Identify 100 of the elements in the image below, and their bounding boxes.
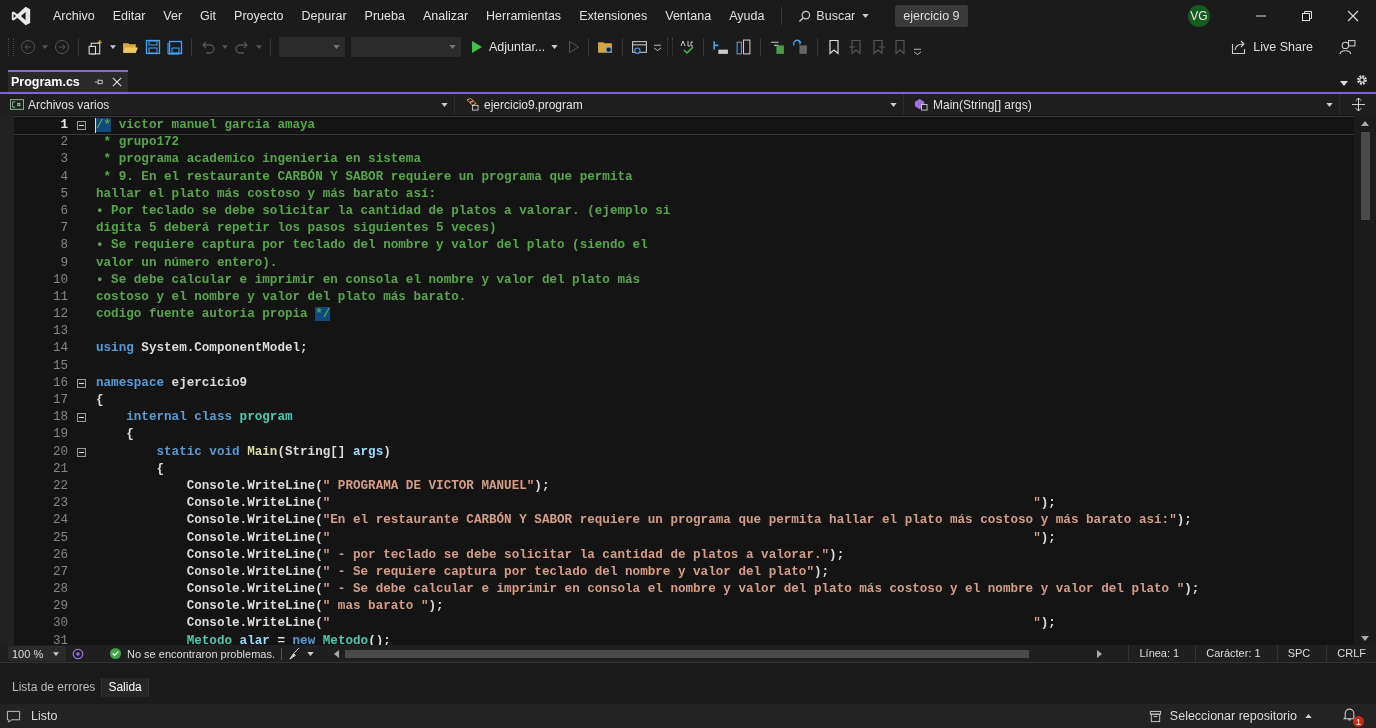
new-project-icon[interactable] xyxy=(87,38,104,56)
indent-icon[interactable] xyxy=(712,38,730,56)
code-line: Console.WriteLine(" - Se requiere captura por teclado del nombre y valor del plato"); xyxy=(185,563,830,581)
line-number: 24 xyxy=(51,512,68,530)
split-editor-icon[interactable] xyxy=(1352,98,1365,111)
line-number: 23 xyxy=(51,495,68,513)
user-avatar[interactable]: VG xyxy=(1188,5,1210,27)
settings-icon[interactable] xyxy=(1356,74,1368,86)
caret-icon xyxy=(333,45,340,49)
save-all-icon[interactable] xyxy=(167,39,183,55)
code-line: • Se debe calcular e imprimir en consola el nombre y valor del plato más xyxy=(96,271,641,289)
output-icon[interactable] xyxy=(6,708,21,724)
play-icon xyxy=(471,40,483,54)
spell-check-icon[interactable] xyxy=(679,39,696,55)
line-number: 28 xyxy=(51,581,68,599)
menu-item[interactable]: Editar xyxy=(103,4,155,28)
collapse-icon[interactable] xyxy=(77,413,86,423)
feedback-icon[interactable] xyxy=(1339,38,1356,56)
line-number: 29 xyxy=(51,598,68,616)
line-number: 19 xyxy=(51,426,68,444)
share-icon xyxy=(1231,39,1248,55)
line-number: 17 xyxy=(51,392,68,409)
caret-icon xyxy=(1305,714,1312,718)
line-number: 5 xyxy=(59,185,68,203)
search-button[interactable]: Buscar xyxy=(792,9,876,23)
line-number: 8 xyxy=(59,237,68,255)
menu-item[interactable]: Git xyxy=(191,4,226,28)
window-icon[interactable] xyxy=(631,38,649,56)
start-button[interactable]: Adjuntar... xyxy=(467,40,563,54)
pin-icon[interactable] xyxy=(93,77,104,87)
save-icon[interactable] xyxy=(145,39,161,55)
close-icon[interactable] xyxy=(111,77,122,87)
line-number: 11 xyxy=(51,288,68,306)
caret-icon xyxy=(890,102,897,107)
line-number: 16 xyxy=(51,374,68,392)
panel-tab[interactable]: Salida xyxy=(102,678,149,697)
line-number: 6 xyxy=(59,202,68,220)
line-number: 14 xyxy=(51,340,68,358)
code-line: hallar el plato más costoso y más barato así: xyxy=(96,185,437,203)
menu-item[interactable]: Proyecto xyxy=(225,4,293,28)
solution-name: ejercicio 9 xyxy=(895,5,968,27)
overflow-icon[interactable] xyxy=(914,47,922,55)
collapse-icon[interactable] xyxy=(77,121,86,131)
caret-icon xyxy=(449,45,456,49)
menu-item[interactable]: Archivo xyxy=(44,4,104,28)
code-line: static void Main(String[] args) xyxy=(155,443,391,461)
menu-item[interactable]: Ayuda xyxy=(720,4,774,28)
code-line: Console.WriteLine(" "); xyxy=(185,495,1056,512)
caret-icon[interactable] xyxy=(110,45,116,49)
scroll-up-icon[interactable] xyxy=(1361,121,1369,126)
scroll-left-icon[interactable] xyxy=(333,649,339,658)
line-number: 1 xyxy=(59,117,68,134)
code-line: Console.WriteLine(" PROGRAMA DE VICTOR MANUEL"); xyxy=(185,477,550,495)
columns-icon[interactable] xyxy=(735,38,753,56)
line-number: 3 xyxy=(59,151,68,169)
line-number: 13 xyxy=(51,323,68,341)
line-number: 21 xyxy=(51,460,68,478)
menu-item[interactable]: Analizar xyxy=(413,4,478,28)
notifications-button[interactable]: 1 xyxy=(1340,705,1364,727)
uncomment-icon[interactable] xyxy=(792,38,810,56)
issues-status[interactable]: No se encontraron problemas. xyxy=(127,647,275,660)
code-line: valor un número entero). xyxy=(96,254,278,272)
code-line: { xyxy=(96,392,104,409)
live-share-button[interactable]: Live Share xyxy=(1231,39,1313,55)
line-number: 22 xyxy=(51,477,68,495)
collapse-icon[interactable] xyxy=(77,378,86,388)
collapse-icon[interactable] xyxy=(77,447,86,457)
code-line: codigo fuente autoria propia */ xyxy=(96,306,331,324)
menu-item[interactable]: Ventana xyxy=(656,4,721,28)
code-line: costoso y el nombre y valor del plato más barato. xyxy=(96,288,467,306)
repository-button[interactable]: Seleccionar repositorio xyxy=(1148,709,1312,723)
code-line: digita 5 deberá repetir los pasos siguientes 5 veces) xyxy=(96,220,497,238)
line-number: 31 xyxy=(51,632,68,645)
class-icon xyxy=(465,98,480,111)
menu-item[interactable]: Extensiones xyxy=(570,4,657,28)
menu-item[interactable]: Depurar xyxy=(292,4,356,28)
zoom-dropdown[interactable]: 100 % xyxy=(8,646,66,661)
check-icon xyxy=(110,648,121,659)
scroll-down-icon[interactable] xyxy=(1361,636,1369,641)
restore-icon xyxy=(1301,10,1313,22)
code-line: Console.WriteLine(" - por teclado se debe solicitar la cantidad de platos a valorar."); xyxy=(185,546,845,564)
close-icon xyxy=(1347,10,1359,22)
code-line: { xyxy=(155,460,165,478)
code-line: Console.WriteLine(" "); xyxy=(185,529,1056,547)
brush-icon[interactable] xyxy=(287,647,301,660)
line-number: 2 xyxy=(59,134,68,152)
menu-item[interactable]: Herramientas xyxy=(477,4,571,28)
code-line: * programa academico ingenieria en sistema xyxy=(102,151,421,169)
overflow-icon[interactable] xyxy=(654,43,662,51)
menu-item[interactable]: Ver xyxy=(154,4,192,28)
code-line: namespace ejercicio9 xyxy=(96,374,248,392)
scrollbar-thumb[interactable] xyxy=(1360,132,1370,220)
caret-icon[interactable] xyxy=(306,651,314,656)
menu-item[interactable]: Prueba xyxy=(355,4,414,28)
scroll-right-icon[interactable] xyxy=(1097,649,1103,658)
document-tab[interactable]: Program.cs xyxy=(8,70,128,92)
caret-icon xyxy=(441,102,448,107)
code-line: Console.WriteLine("En el restaurante CARBÓN Y SABOR requiere un programa que permita hallar el plato más costoso y más barato así:"); xyxy=(185,512,1192,530)
line-number: 4 xyxy=(59,168,68,186)
caret-icon[interactable] xyxy=(1340,81,1348,86)
